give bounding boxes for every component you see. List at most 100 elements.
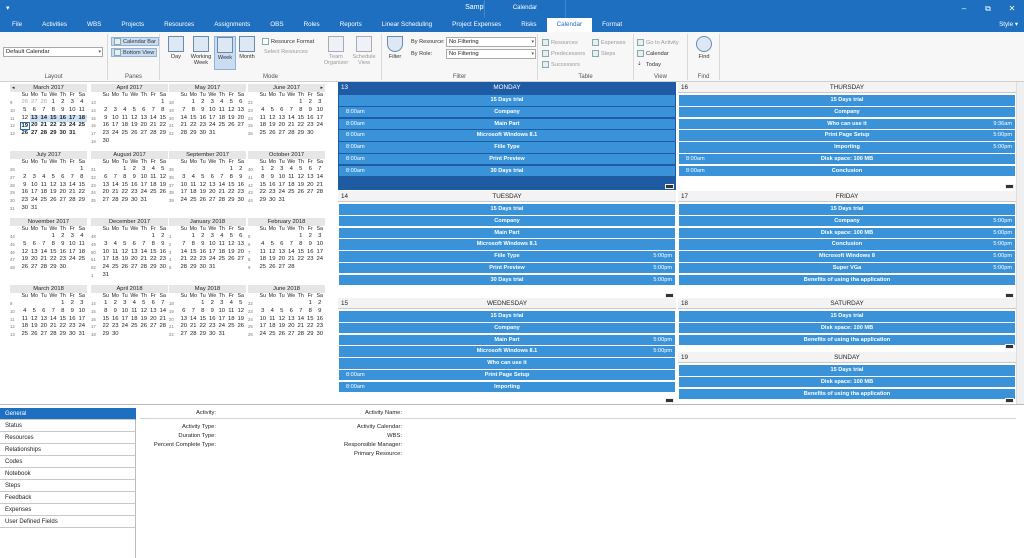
calendar-day[interactable]: 23 [58,122,68,130]
calendar-day[interactable] [120,331,130,339]
calendar-day[interactable] [258,233,268,241]
calendar-day[interactable] [139,99,149,107]
calendar-day[interactable]: 28 [217,197,227,205]
calendar-day[interactable]: 30 [101,138,111,146]
calendar-day[interactable]: 25 [227,323,237,331]
calendar-day[interactable] [120,272,130,280]
calendar-day[interactable]: 17 [67,114,77,123]
calendar-day[interactable]: 10 [68,241,78,249]
calendar-day[interactable]: 1 [149,233,159,241]
calendar-day[interactable]: 19 [277,323,287,331]
menu-tab-resources[interactable]: Resources [154,18,204,32]
calendar-day[interactable]: 7 [111,174,121,182]
calendar-day[interactable]: 29 [189,264,199,272]
calendar-day[interactable]: 28 [179,130,189,138]
calendar-day[interactable]: 18 [77,249,87,257]
calendar-day[interactable]: 20 [58,189,68,197]
calendar-day[interactable]: 23 [268,189,278,197]
menu-tab-calendar[interactable]: Calendar [546,18,593,32]
calendar-day[interactable]: 12 [130,115,140,123]
calendar-day[interactable]: 20 [30,256,40,264]
calendar-day[interactable]: 15 [306,316,316,324]
calendar-day[interactable]: 14 [158,308,168,316]
activity-event[interactable]: Microsoft Windows 8.1 5:00pm [339,346,675,357]
calendar-day[interactable]: 8 [158,107,168,115]
calendar-day[interactable] [77,130,87,138]
calendar-day[interactable]: 5 [49,174,59,182]
activity-event[interactable]: Conclusion 5:00pm [679,239,1015,250]
calendar-day[interactable]: 22 [189,122,199,130]
day-wednesday[interactable]: 15 WEDNESDAY 15 Days trial Company Main Part… [338,298,676,404]
calendar-day[interactable]: 5 [268,107,278,115]
calendar-day[interactable]: 6 [287,308,297,316]
calendar-day[interactable]: 30 [20,205,30,213]
calendar-day[interactable]: 26 [139,323,149,331]
calendar-day[interactable]: 11 [268,316,278,324]
calendar-day[interactable]: 15 [296,249,306,257]
calendar-day[interactable] [77,205,87,213]
calendar-day[interactable]: 25 [268,331,278,339]
calendar-day[interactable]: 28 [68,197,78,205]
calendar-day[interactable]: 24 [315,256,325,264]
calendar-day[interactable] [120,233,130,241]
activity-event[interactable]: 15 Days trial [339,95,675,106]
calendar-day[interactable]: 26 [296,189,306,197]
calendar-day[interactable]: 30 [198,130,208,138]
calendar-day[interactable]: 23 [198,122,208,130]
activity-event[interactable]: Benefits of using tha application [679,388,1015,400]
menu-tab-format[interactable]: Format [592,18,632,32]
more-events-icon[interactable] [1005,344,1014,349]
calendar-day[interactable]: 10 [277,174,287,182]
calendar-day[interactable]: 3 [258,308,268,316]
calendar-day[interactable]: 5 [120,241,130,249]
calendar-day[interactable]: 10 [111,115,121,123]
activity-event[interactable]: 15 Days trial [339,311,675,322]
calendar-day[interactable]: 1 [158,99,168,107]
day-monday[interactable]: 13 MONDAY 15 Days trial 8:00am Company 8:00am… [338,82,676,190]
bottom-tab-status[interactable]: Status [0,420,136,432]
calendar-day[interactable]: 29 [101,331,111,339]
calendar-day[interactable]: 20 [149,316,159,324]
restore-button[interactable]: ⧉ [976,0,1000,18]
calendar-day[interactable]: 16 [198,249,208,257]
calendar-day[interactable]: 25 [39,197,49,205]
calendar-day[interactable]: 17 [277,182,287,190]
calendar-day[interactable]: 21 [39,122,49,130]
calendar-day[interactable]: 2 [58,233,68,241]
calendar-day[interactable]: 30 [268,197,278,205]
calendar-day[interactable]: 20 [30,122,40,130]
calendar-day[interactable]: 2 [198,99,208,107]
calendar-day[interactable]: 4 [120,107,130,115]
by-role-dropdown[interactable]: No Filtering ▾ [446,49,536,59]
calendar-day[interactable]: 23 [101,130,111,138]
calendar-day[interactable]: 11 [217,107,227,115]
calendar-day[interactable]: 10 [217,308,227,316]
calendar-day[interactable]: 22 [296,256,306,264]
bottom-tab-notebook[interactable]: Notebook [0,468,136,480]
calendar-day[interactable]: 3 [315,99,325,107]
calendar-day[interactable]: 12 [198,182,208,190]
calendar-day[interactable] [189,300,199,308]
menu-tab-projects[interactable]: Projects [111,18,154,32]
calendar-day[interactable]: 2 [130,166,140,174]
calendar-day[interactable] [268,300,278,308]
calendar-day[interactable]: 29 [49,130,59,138]
activity-event[interactable]: 15 Days trial [679,95,1015,106]
calendar-day[interactable] [198,166,208,174]
calendar-day[interactable]: 27 [30,99,40,107]
activity-event[interactable]: Main Part [339,227,675,239]
calendar-day[interactable]: 7 [189,308,199,316]
calendar-day[interactable]: 13 [287,316,297,324]
calendar-day[interactable]: 16 [315,316,325,324]
activity-event[interactable]: Company [339,215,675,227]
calendar-day[interactable]: 27 [306,189,316,197]
calendar-day[interactable] [68,264,78,272]
calendar-day[interactable]: 14 [189,316,199,324]
calendar-day[interactable]: 19 [20,122,30,131]
calendar-day[interactable] [315,130,325,138]
calendar-day[interactable] [189,166,199,174]
calendar-day[interactable]: 12 [236,308,246,316]
calendar-day[interactable]: 5 [296,166,306,174]
calendar-day[interactable] [227,331,237,339]
calendar-day[interactable]: 27 [30,130,40,138]
